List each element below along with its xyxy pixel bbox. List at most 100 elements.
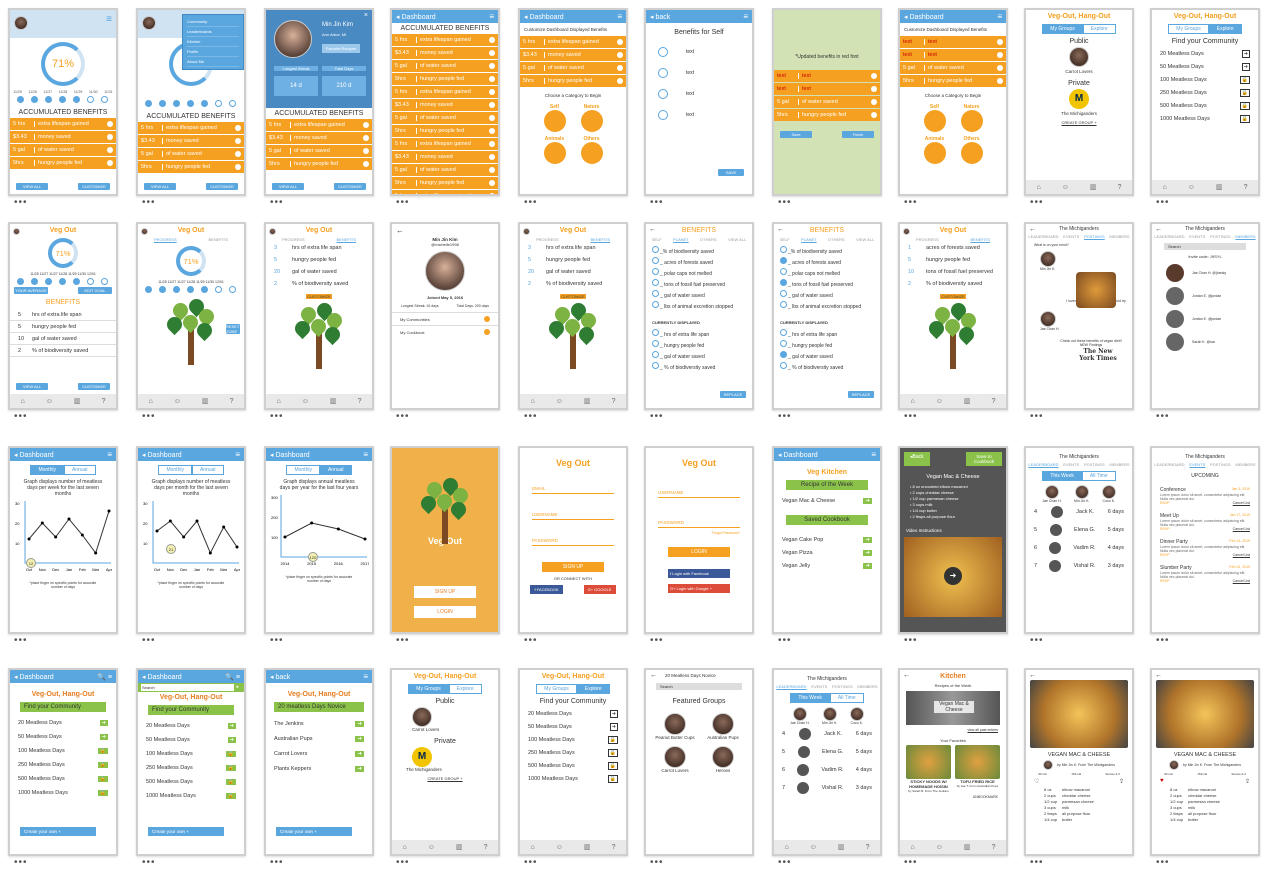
benefit-row[interactable]: 5hrs hungry people fed bbox=[266, 158, 372, 170]
benefit-toggle-icon[interactable] bbox=[363, 122, 369, 128]
checkbox[interactable] bbox=[652, 290, 659, 297]
artboard-menu-dots[interactable]: ••• bbox=[14, 198, 28, 208]
tab-postings[interactable]: POSTINGS bbox=[1084, 462, 1105, 467]
meatless-tier[interactable]: 50 Meatless Days ➜ bbox=[10, 730, 116, 744]
checkbox[interactable] bbox=[652, 279, 659, 286]
benefit-row[interactable]: 5hrs hungry people fed bbox=[392, 73, 498, 85]
recipe-row[interactable]: Vegan Pizza ➜ bbox=[774, 546, 880, 559]
data-point[interactable] bbox=[67, 517, 71, 521]
planet-option[interactable]: _ lbs of animal excretion stopped bbox=[780, 301, 874, 312]
benefit-row[interactable]: text text bbox=[900, 36, 1006, 48]
benefit-toggle-icon[interactable] bbox=[489, 63, 495, 69]
day-check-icon[interactable] bbox=[187, 100, 194, 107]
featured-group[interactable]: Carrot Lovers bbox=[654, 746, 696, 773]
artboard-menu-dots[interactable]: ••• bbox=[270, 412, 284, 422]
current-option[interactable]: _ hrs of extra life span bbox=[780, 329, 874, 340]
meatless-tier[interactable]: 500 Meatless Days 🔒 bbox=[10, 772, 116, 786]
close-icon[interactable]: × bbox=[364, 12, 368, 19]
favorite-recipe[interactable]: STICKY NOODS W/ HOMEMADE HOISIN by Sarah … bbox=[906, 745, 951, 793]
day-check-icon[interactable] bbox=[187, 286, 194, 293]
category-others[interactable]: Others bbox=[955, 136, 988, 164]
artboard-menu-dots[interactable]: ••• bbox=[1156, 636, 1170, 646]
heart-icon[interactable]: ♡ bbox=[1034, 778, 1039, 785]
tab-self[interactable]: SELF bbox=[652, 237, 662, 242]
tab-events[interactable]: EVENTS bbox=[1189, 234, 1205, 239]
benefit-toggle-icon[interactable] bbox=[997, 39, 1003, 45]
explore-tab[interactable]: Explore bbox=[576, 684, 610, 694]
artboard-menu-dots[interactable]: ••• bbox=[904, 858, 918, 868]
benefit-row[interactable]: 5 hrs extra lifespan gained bbox=[392, 190, 498, 194]
benefit-row[interactable]: 5 hrs extra lifespan gained bbox=[520, 36, 626, 48]
kitchen-icon[interactable]: ▥ bbox=[202, 397, 209, 405]
checkbox[interactable] bbox=[780, 246, 787, 253]
lock-icon[interactable]: 🔒 bbox=[97, 790, 108, 796]
share-icon[interactable]: ⇪ bbox=[1245, 778, 1250, 785]
help-icon[interactable]: ? bbox=[992, 844, 996, 851]
benefit-row[interactable]: 5 hrs extra lifespan gained bbox=[10, 118, 116, 130]
data-point[interactable] bbox=[363, 537, 367, 541]
tab-events[interactable]: EVENTS bbox=[1189, 462, 1205, 467]
data-point[interactable] bbox=[310, 521, 314, 525]
benefit-toggle-icon[interactable] bbox=[363, 135, 369, 141]
day-check-icon[interactable] bbox=[145, 286, 152, 293]
google-button[interactable]: G+ GOOGLE bbox=[583, 585, 616, 594]
meatless-tier[interactable]: 20 Meatless Days ➜ bbox=[10, 716, 116, 730]
meatless-tier[interactable]: 250 Meatless Days 🔒 bbox=[138, 761, 244, 775]
day-check-icon[interactable] bbox=[31, 96, 38, 103]
menu-item[interactable]: Leaderboards bbox=[187, 27, 239, 37]
artboard-menu-dots[interactable]: ••• bbox=[14, 412, 28, 422]
explore-tab[interactable]: Explore bbox=[1082, 24, 1116, 34]
forgot-password-link[interactable]: Forgot Password? bbox=[646, 531, 752, 535]
meatless-tier[interactable]: 250 Meatless Days 🔒 bbox=[520, 746, 626, 759]
benefit-toggle-icon[interactable] bbox=[489, 154, 495, 160]
data-point[interactable] bbox=[155, 529, 159, 533]
home-icon[interactable]: ⌂ bbox=[21, 398, 25, 405]
artboard-menu-dots[interactable]: ••• bbox=[396, 858, 410, 868]
rsvp-link[interactable]: RSVP bbox=[1160, 501, 1170, 505]
tab-members[interactable]: MEMBERS bbox=[857, 684, 877, 689]
tab-self[interactable]: SELF bbox=[780, 237, 790, 242]
hamburger-menu-icon[interactable]: ≡ bbox=[489, 12, 494, 21]
cancel-link[interactable]: Cancel List bbox=[1233, 501, 1250, 505]
benefit-row[interactable]: text text bbox=[774, 83, 880, 95]
community-icon[interactable]: ☺ bbox=[174, 398, 181, 405]
artboard-menu-dots[interactable]: ••• bbox=[396, 636, 410, 646]
search-input[interactable]: Search bbox=[1164, 243, 1246, 250]
planet-option[interactable]: _ gal of water saved bbox=[780, 290, 874, 301]
benefit-toggle-icon[interactable] bbox=[489, 128, 495, 134]
benefit-toggle-icon[interactable] bbox=[617, 52, 623, 58]
community-icon[interactable]: ☺ bbox=[936, 844, 943, 851]
data-point[interactable] bbox=[107, 509, 111, 513]
hamburger-menu-icon[interactable]: ≡ bbox=[617, 12, 622, 21]
menu-item[interactable]: Profile bbox=[187, 47, 239, 57]
benefit-row[interactable]: 5 hrs extra lifespan gained bbox=[392, 34, 498, 46]
benefit-option[interactable]: text bbox=[658, 110, 740, 120]
cancel-link[interactable]: Cancel List bbox=[1233, 527, 1250, 531]
member-row[interactable]: Jordan E. @jordan bbox=[1166, 310, 1244, 328]
benefit-row[interactable]: 5hrs hungry people fed bbox=[138, 161, 244, 173]
help-icon[interactable]: ? bbox=[1118, 184, 1122, 191]
arrow-icon[interactable]: ➜ bbox=[609, 709, 618, 718]
tab-postings[interactable]: POSTINGS bbox=[1084, 234, 1105, 239]
benefit-row[interactable]: 5hrs hungry people fed bbox=[900, 75, 1006, 87]
cancel-link[interactable]: Cancel List bbox=[1233, 579, 1250, 583]
dashboard-link[interactable]: ◂ back bbox=[650, 13, 670, 21]
artboard-menu-dots[interactable]: ••• bbox=[650, 198, 664, 208]
benefit-toggle-icon[interactable] bbox=[489, 115, 495, 121]
day-check-icon[interactable] bbox=[229, 100, 236, 107]
planet-option[interactable]: _ polar caps not melted bbox=[780, 268, 874, 279]
community-icon[interactable]: ☺ bbox=[428, 844, 435, 851]
hamburger-menu-icon[interactable]: ≡ bbox=[997, 12, 1002, 21]
benefit-toggle-icon[interactable] bbox=[617, 78, 623, 84]
right-action-button[interactable]: CUSTOMIZE bbox=[334, 183, 366, 190]
day-check-icon[interactable] bbox=[17, 278, 24, 285]
tab-planet[interactable]: PLANET bbox=[801, 237, 817, 242]
your-average-button[interactable]: YOUR AVERAGE bbox=[14, 287, 48, 294]
day-check-icon[interactable] bbox=[145, 100, 152, 107]
checkbox[interactable] bbox=[780, 279, 787, 286]
lock-icon[interactable]: 🔒 bbox=[607, 735, 618, 744]
benefit-row[interactable]: 5 hrs extra lifespan gained bbox=[392, 138, 498, 150]
monthly-tab[interactable]: Monthly bbox=[30, 465, 64, 475]
back-arrow-icon[interactable]: ← bbox=[1155, 672, 1162, 679]
artboard-menu-dots[interactable]: ••• bbox=[142, 198, 156, 208]
